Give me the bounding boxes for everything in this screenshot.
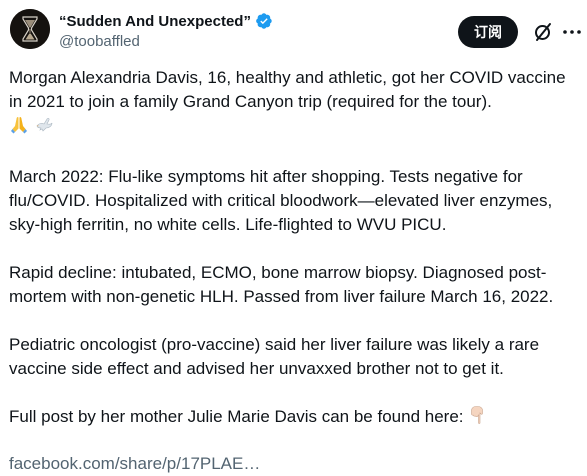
tweet-paragraph-1: Morgan Alexandria Davis, 16, healthy and… [9, 66, 581, 141]
tweet-text: Morgan Alexandria Davis, 16, healthy and… [9, 66, 581, 456]
dove-emoji [34, 114, 54, 141]
subscribe-button[interactable]: 订阅 [458, 16, 518, 48]
folded-hands-emoji [9, 114, 29, 141]
tweet-header: “Sudden And Unexpected” @toobaffled 订阅 [10, 9, 581, 55]
handle[interactable]: @toobaffled [59, 33, 273, 50]
tweet-paragraph-5: Full post by her mother Julie Marie Davi… [9, 405, 581, 432]
tweet-paragraph-2: March 2022: Flu-like symptoms hit after … [9, 167, 553, 234]
display-name-row: “Sudden And Unexpected” [59, 11, 273, 31]
avatar[interactable] [10, 9, 50, 49]
pointing-down-emoji [468, 405, 488, 432]
display-name[interactable]: “Sudden And Unexpected” [59, 13, 251, 30]
hourglass-icon [10, 9, 50, 49]
author-block: “Sudden And Unexpected” @toobaffled [59, 11, 273, 50]
tweet-paragraph-3: Rapid decline: intubated, ECMO, bone mar… [9, 263, 554, 306]
grok-slash-icon[interactable] [532, 21, 554, 43]
paragraph-text: Morgan Alexandria Davis, 16, healthy and… [9, 68, 566, 111]
tweet-paragraph-4: Pediatric oncologist (pro-vaccine) said … [9, 335, 540, 378]
facebook-link[interactable]: facebook.com/share/p/17PLAE… [9, 452, 260, 476]
more-dots-icon[interactable] [561, 21, 583, 43]
verified-badge-icon[interactable] [255, 12, 273, 30]
paragraph-text: Full post by her mother Julie Marie Davi… [9, 407, 464, 426]
